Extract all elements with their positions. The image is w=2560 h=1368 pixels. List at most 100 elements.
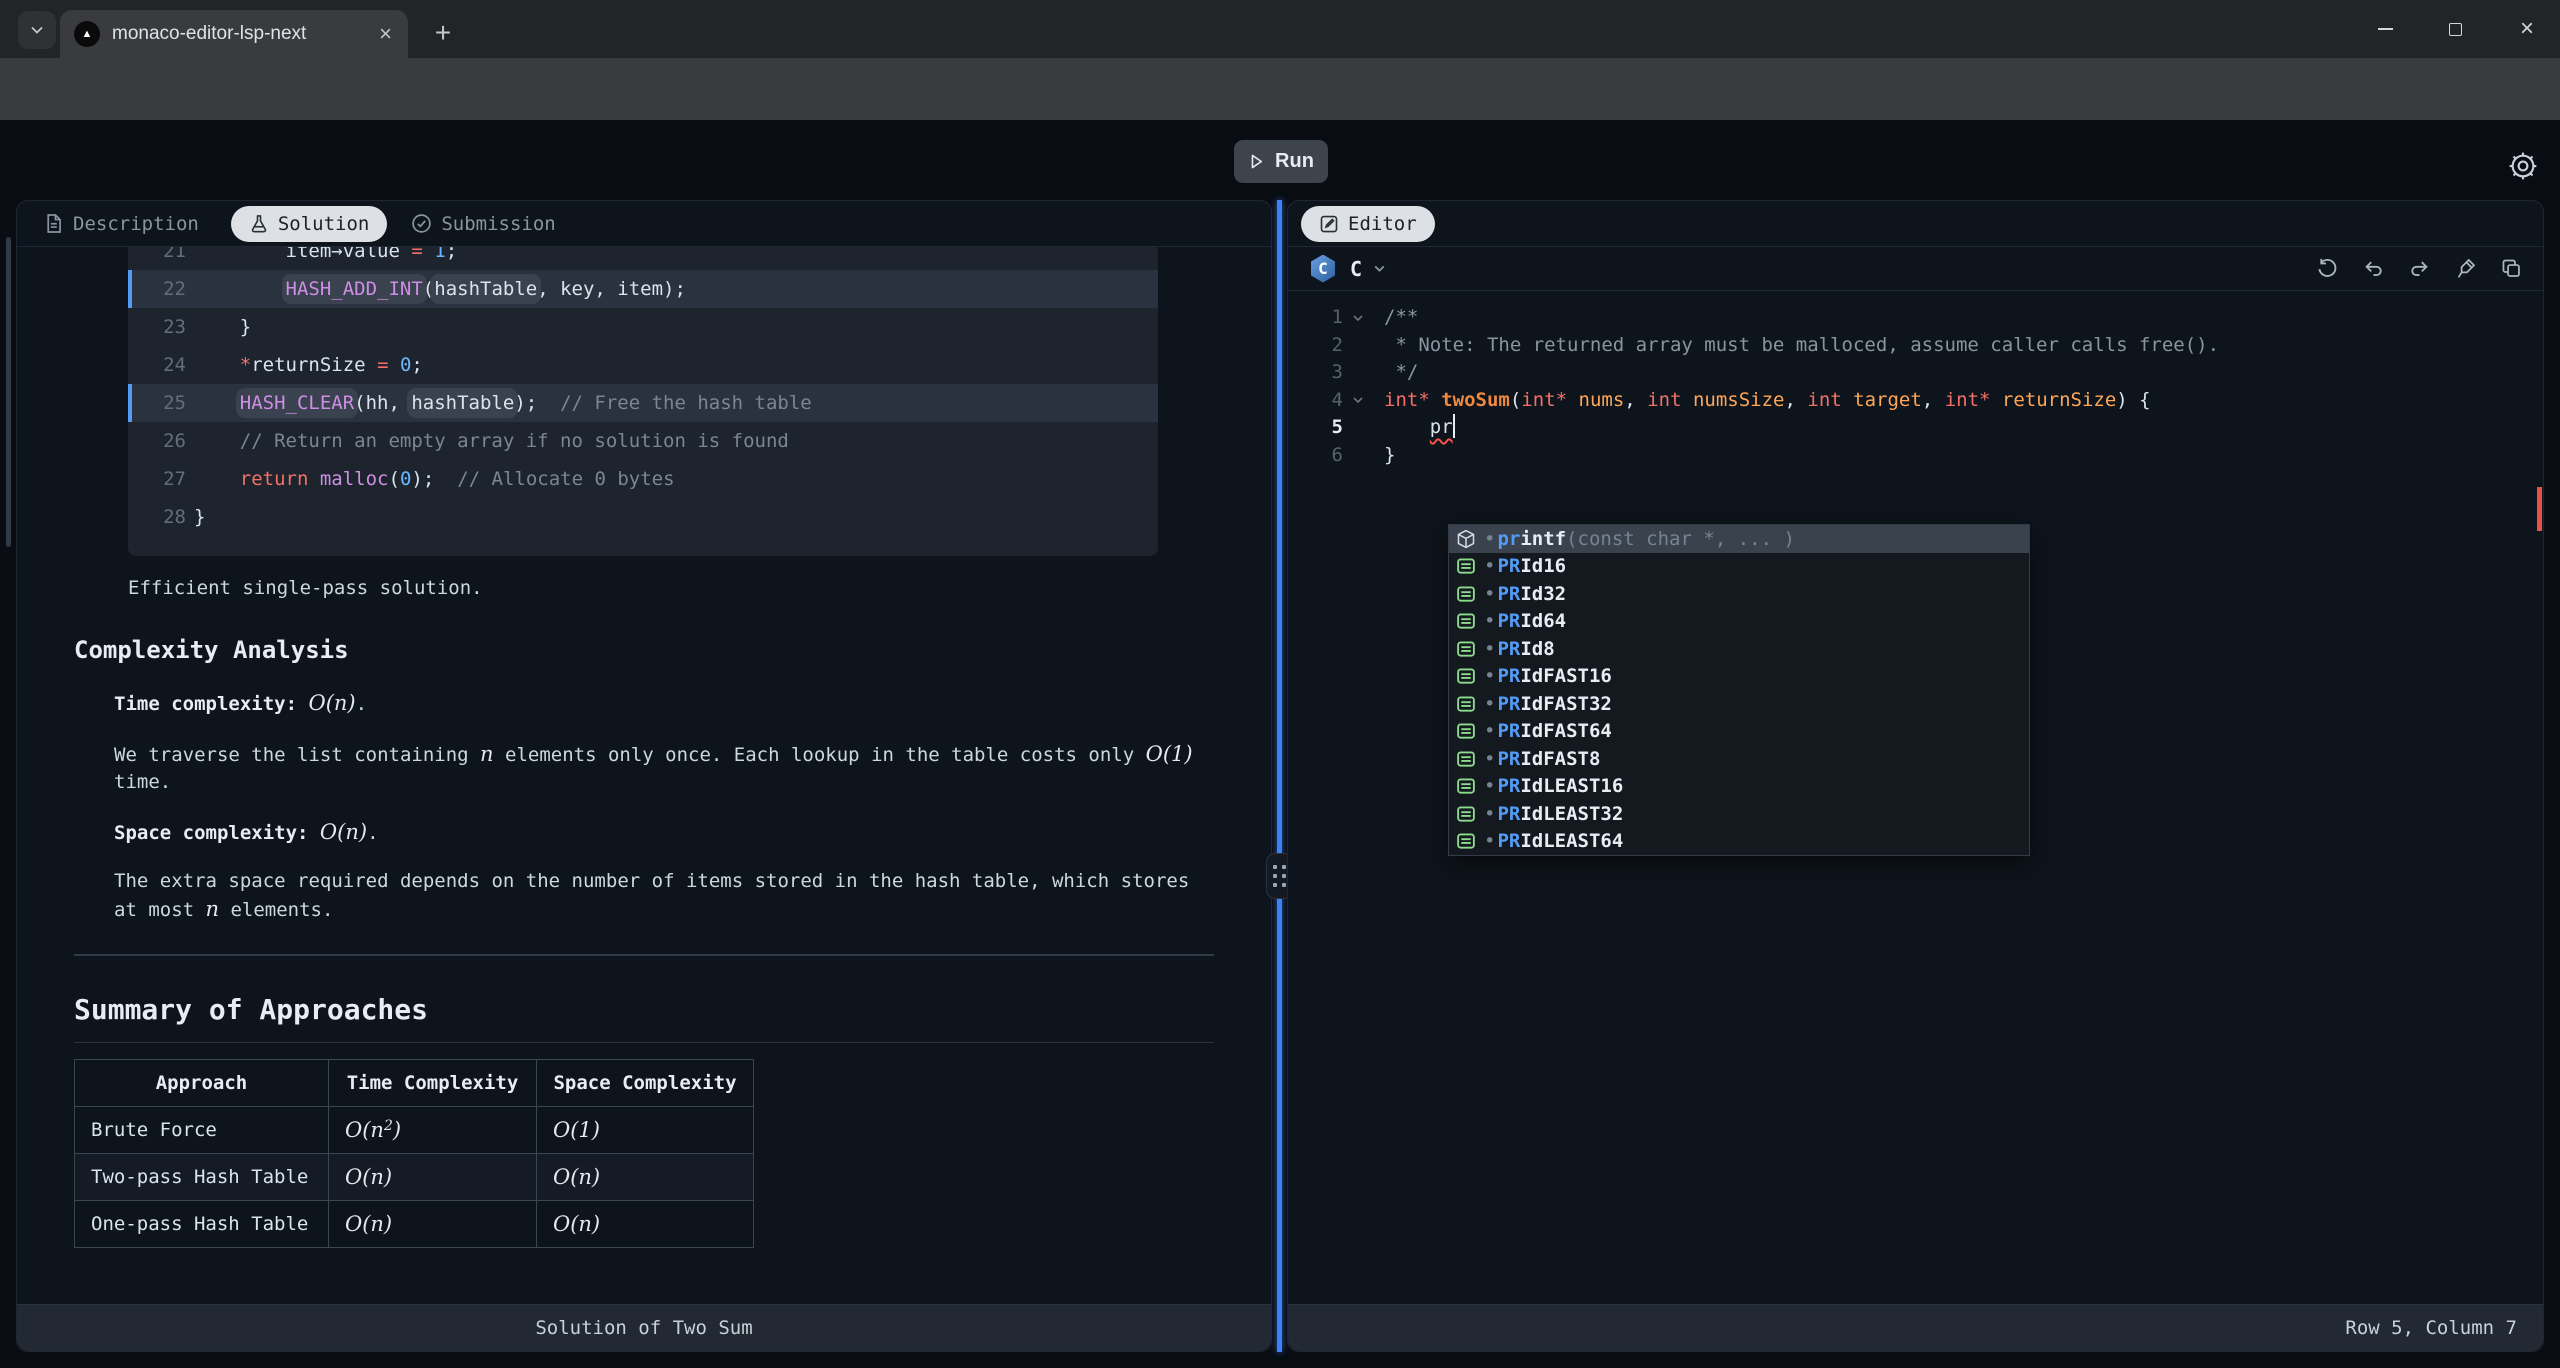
- autocomplete-item-PRId64[interactable]: •PRId64: [1449, 608, 2029, 636]
- run-label: Run: [1275, 150, 1314, 173]
- browser-tab[interactable]: ▲ monaco-editor-lsp-next ×: [60, 10, 408, 58]
- new-tab-button[interactable]: +: [424, 14, 462, 52]
- editor-line-number: 4: [1288, 387, 1343, 415]
- match-text: PR: [1497, 803, 1520, 825]
- autocomplete-item-PRIdLEAST16[interactable]: •PRIdLEAST16: [1449, 773, 2029, 801]
- code-token: , key, item);: [537, 278, 686, 300]
- autocomplete-item-PRIdLEAST32[interactable]: •PRIdLEAST32: [1449, 800, 2029, 828]
- text-segment: O(n): [308, 691, 355, 715]
- match-text: PR: [1497, 775, 1520, 797]
- editor-token: }: [1384, 444, 1395, 466]
- editor-token: returnSize: [2002, 389, 2116, 411]
- paragraph-line: Time complexity: O(n).: [114, 689, 367, 717]
- editor-token: target: [1853, 389, 1922, 411]
- format-brush-icon[interactable]: [2454, 257, 2477, 280]
- fold-spacer: [1343, 332, 1373, 360]
- autocomplete-item-PRId32[interactable]: •PRId32: [1449, 580, 2029, 608]
- run-button[interactable]: Run: [1234, 140, 1328, 183]
- redo-icon[interactable]: [2408, 257, 2431, 280]
- paragraph-line: The extra space required depends on the …: [114, 867, 1189, 895]
- editor-token: [1842, 389, 1853, 411]
- text-segment: O(n): [553, 1165, 600, 1189]
- window-maximize-button[interactable]: [2432, 0, 2478, 58]
- language-chevron-icon[interactable]: [1372, 261, 1387, 276]
- browser-tabstrip: ▲ monaco-editor-lsp-next × + ×: [0, 0, 2560, 58]
- table-row: Two-pass Hash TableO(n)O(n): [75, 1154, 754, 1201]
- tab-submission[interactable]: Submission: [411, 213, 555, 235]
- tab-editor[interactable]: Editor: [1301, 206, 1435, 242]
- table-row: One-pass Hash TableO(n)O(n): [75, 1201, 754, 1248]
- match-text: pr: [1497, 528, 1520, 550]
- code-token: // Return an empty array if no solution …: [240, 430, 789, 452]
- editor-panel: Editor C C 1/**2 * Note: The returned ar…: [1287, 200, 2544, 1352]
- panel-resizer[interactable]: [1277, 200, 1282, 1352]
- match-text: PR: [1497, 665, 1520, 687]
- tab-solution[interactable]: Solution: [231, 206, 388, 242]
- completion-text: Id32: [1520, 583, 1566, 605]
- code-token: ;: [411, 354, 422, 376]
- copy-icon[interactable]: [2500, 257, 2523, 280]
- autocomplete-item-PRId8[interactable]: •PRId8: [1449, 635, 2029, 663]
- completion-text: IdFAST64: [1520, 720, 1612, 742]
- check-circle-icon: [411, 213, 432, 234]
- autocomplete-item-PRIdFAST64[interactable]: •PRIdFAST64: [1449, 718, 2029, 746]
- symbol-constant-icon: [1456, 831, 1478, 851]
- space-complexity-cell: O(n): [537, 1154, 754, 1201]
- undo-icon[interactable]: [2362, 257, 2385, 280]
- text-segment: O(n): [345, 1165, 392, 1189]
- completion-text: IdFAST32: [1520, 693, 1612, 715]
- code-line-26: 26 // Return an empty array if no soluti…: [128, 422, 1158, 460]
- editor-line-number: 6: [1288, 442, 1343, 470]
- bullet-icon: •: [1484, 803, 1495, 825]
- editor-line-code: * Note: The returned array must be mallo…: [1384, 332, 2219, 360]
- code-token: // Free the hash table: [560, 392, 812, 414]
- fold-chevron-icon[interactable]: [1343, 304, 1373, 332]
- editor-line-2[interactable]: 2 * Note: The returned array must be mal…: [1288, 332, 2543, 360]
- approach-cell: One-pass Hash Table: [75, 1201, 329, 1248]
- code-token: hashTable: [434, 278, 537, 300]
- approaches-table: ApproachTime ComplexitySpace ComplexityB…: [74, 1059, 754, 1248]
- autocomplete-item-PRId16[interactable]: •PRId16: [1449, 553, 2029, 581]
- settings-gear-icon[interactable]: [2506, 149, 2540, 183]
- editor-line-6[interactable]: 6}: [1288, 442, 2543, 470]
- code-line-28: 28}: [128, 498, 1158, 536]
- editor-line-3[interactable]: 3 */: [1288, 359, 2543, 387]
- symbol-constant-icon: [1456, 611, 1478, 631]
- editor-line-4[interactable]: 4int* twoSum(int* nums, int numsSize, in…: [1288, 387, 2543, 415]
- line-code: HASH_ADD_INT(hashTable, key, item);: [194, 270, 686, 308]
- text-segment: elements.: [219, 899, 333, 921]
- bullet-icon: •: [1484, 748, 1495, 770]
- editor-token: [1990, 389, 2001, 411]
- editor-line-1[interactable]: 1/**: [1288, 304, 2543, 332]
- completion-text: intf: [1520, 528, 1566, 550]
- code-token: *: [240, 354, 251, 376]
- autocomplete-item-PRIdLEAST64[interactable]: •PRIdLEAST64: [1449, 828, 2029, 856]
- text-segment: O(1): [553, 1118, 600, 1142]
- time-complexity-cell: O(n): [329, 1154, 537, 1201]
- code-line-23: 23 }: [128, 308, 1158, 346]
- autocomplete-item-PRIdFAST32[interactable]: •PRIdFAST32: [1449, 690, 2029, 718]
- editor-line-number: 5: [1288, 414, 1343, 442]
- left-panel-scrollbar[interactable]: [6, 237, 11, 547]
- editor-line-5[interactable]: 5 pr: [1288, 414, 2543, 442]
- window-close-button[interactable]: ×: [2504, 0, 2550, 58]
- time-complexity-desc: We traverse the list containing n elemen…: [114, 740, 1193, 796]
- space-complexity: Space complexity: O(n).: [114, 818, 379, 846]
- time-complexity-cell: O(n2): [329, 1107, 537, 1154]
- editor-token: /**: [1384, 306, 1418, 328]
- autocomplete-item-printf[interactable]: •printf(const char *, ... ): [1449, 525, 2029, 553]
- editor-token: */: [1384, 361, 1418, 383]
- code-editor[interactable]: 1/**2 * Note: The returned array must be…: [1288, 291, 2543, 1304]
- tab-description[interactable]: Description: [43, 213, 199, 235]
- window-minimize-button[interactable]: [2362, 0, 2408, 58]
- code-line-21: 21 item→value = 1;: [128, 247, 1158, 270]
- autocomplete-item-PRIdFAST16[interactable]: •PRIdFAST16: [1449, 663, 2029, 691]
- tab-close-icon[interactable]: ×: [379, 23, 392, 45]
- tab-search-button[interactable]: [18, 11, 56, 49]
- autocomplete-item-PRIdFAST8[interactable]: •PRIdFAST8: [1449, 745, 2029, 773]
- bullet-icon: •: [1484, 830, 1495, 852]
- fold-chevron-icon[interactable]: [1343, 387, 1373, 415]
- code-token: (hh,: [354, 392, 411, 414]
- reset-icon[interactable]: [2316, 257, 2339, 280]
- line-code: HASH_CLEAR(hh, hashTable); // Free the h…: [194, 384, 812, 422]
